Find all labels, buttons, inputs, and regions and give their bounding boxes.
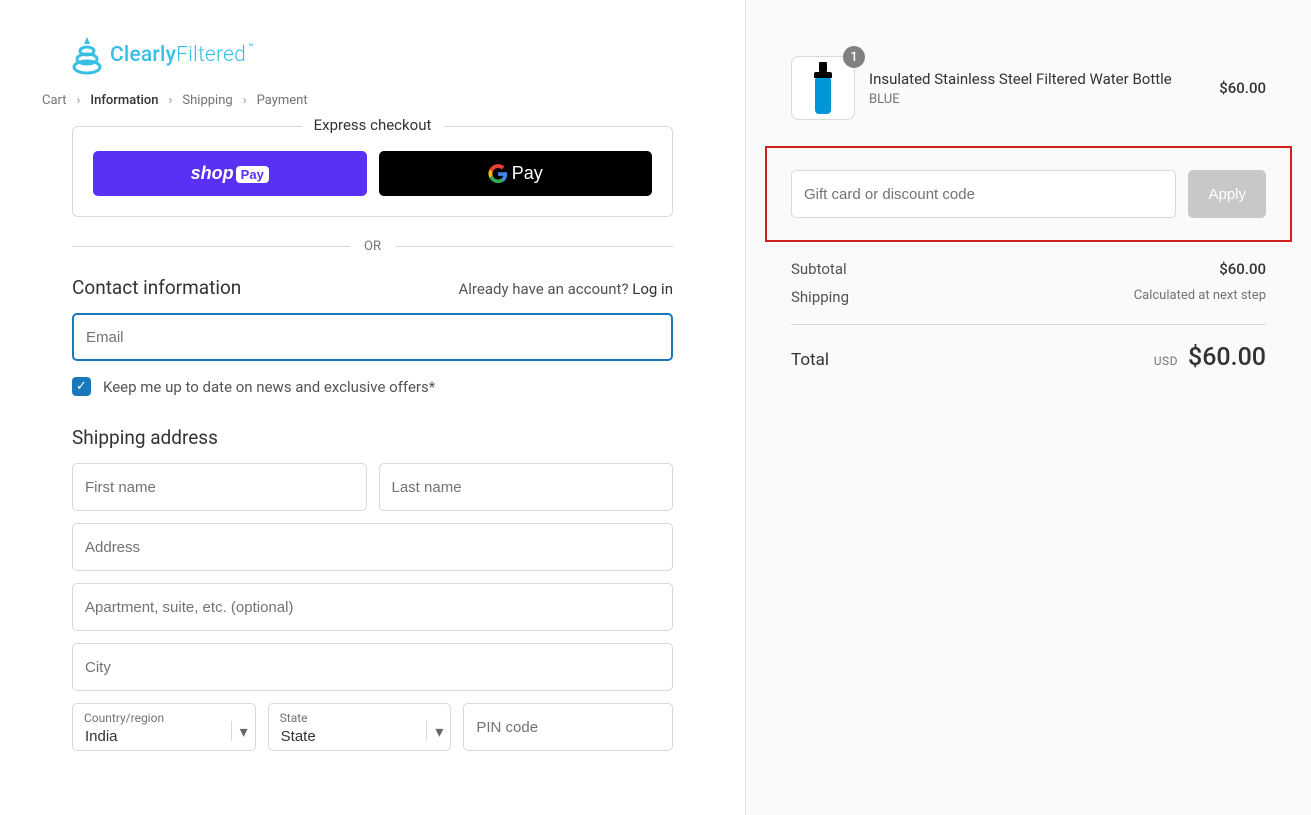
apartment-field[interactable] <box>72 583 673 631</box>
chevron-right-icon: › <box>243 93 247 108</box>
shop-pay-button[interactable]: shopPay <box>93 151 367 196</box>
bottle-icon <box>814 62 832 114</box>
breadcrumb: Cart › Information › Shipping › Payment <box>42 93 703 108</box>
crumb-shipping: Shipping <box>182 93 232 108</box>
total-label: Total <box>791 350 829 370</box>
shipping-label: Shipping <box>791 288 849 306</box>
chevron-right-icon: › <box>169 93 173 108</box>
order-summary-panel: 1 Insulated Stainless Steel Filtered Wat… <box>745 0 1311 815</box>
country-label: Country/region <box>84 711 164 725</box>
last-name-field[interactable] <box>379 463 674 511</box>
address-field[interactable] <box>72 523 673 571</box>
first-name-field[interactable] <box>72 463 367 511</box>
shipping-address-title: Shipping address <box>72 426 218 449</box>
brand-logo[interactable]: ClearlyFiltered™ <box>72 35 703 75</box>
chevron-right-icon: › <box>77 93 81 108</box>
pin-code-field[interactable] <box>463 703 673 751</box>
product-thumbnail <box>791 56 855 120</box>
quantity-badge: 1 <box>843 46 865 68</box>
total-amount: $60.00 <box>1188 343 1266 372</box>
google-icon <box>488 164 508 184</box>
main-panel: ClearlyFiltered™ Cart › Information › Sh… <box>0 0 745 815</box>
google-pay-button[interactable]: Pay <box>379 151 653 196</box>
crumb-information: Information <box>90 93 158 108</box>
subtotal-label: Subtotal <box>791 260 847 278</box>
chevron-down-icon: ▾ <box>231 721 248 741</box>
currency-code: USD <box>1154 354 1178 368</box>
account-prompt: Already have an account? Log in <box>459 280 674 298</box>
city-field[interactable] <box>72 643 673 691</box>
apply-button[interactable]: Apply <box>1188 170 1266 218</box>
or-divider: OR <box>72 239 673 254</box>
crumb-cart[interactable]: Cart <box>42 93 67 108</box>
contact-info-title: Contact information <box>72 276 241 299</box>
crumb-payment: Payment <box>257 93 308 108</box>
logo-text-a: Clearly <box>110 43 176 67</box>
cart-item: 1 Insulated Stainless Steel Filtered Wat… <box>791 56 1266 120</box>
state-label: State <box>280 711 308 725</box>
shipping-note: Calculated at next step <box>1134 288 1266 306</box>
subtotal-value: $60.00 <box>1219 260 1266 278</box>
newsletter-checkbox[interactable]: ✓ <box>72 377 91 396</box>
email-field[interactable] <box>72 313 673 361</box>
express-title: Express checkout <box>302 116 444 134</box>
divider <box>791 324 1266 325</box>
newsletter-label: Keep me up to date on news and exclusive… <box>103 378 435 396</box>
express-checkout-box: Express checkout shopPay Pay <box>72 126 673 217</box>
product-variant: BLUE <box>869 92 1205 107</box>
logo-drop-icon <box>72 35 102 75</box>
discount-section: Apply <box>765 146 1292 242</box>
discount-code-input[interactable] <box>791 170 1176 218</box>
logo-text-b: Filtered <box>176 43 246 67</box>
chevron-down-icon: ▾ <box>426 721 443 741</box>
product-price: $60.00 <box>1219 79 1266 97</box>
login-link[interactable]: Log in <box>632 280 673 298</box>
product-name: Insulated Stainless Steel Filtered Water… <box>869 69 1205 89</box>
